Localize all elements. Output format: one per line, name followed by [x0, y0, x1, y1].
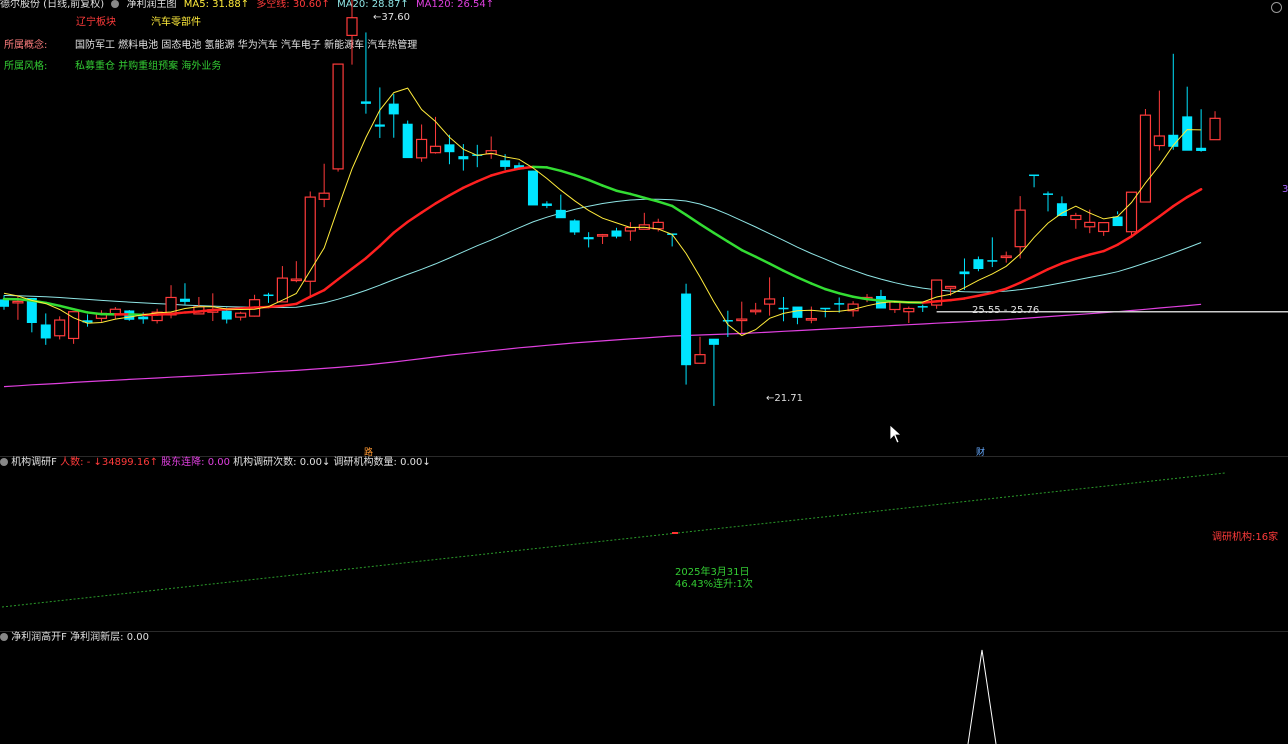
panel3-chart [967, 649, 997, 744]
